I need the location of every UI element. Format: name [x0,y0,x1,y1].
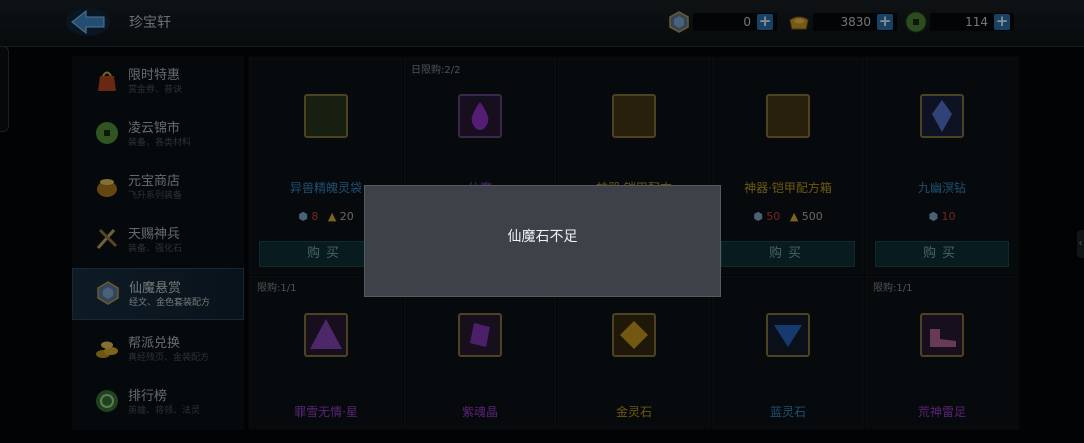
alert-message: 仙魔石不足 [507,229,578,245]
alert-dialog[interactable]: 仙魔石不足 [364,185,721,297]
